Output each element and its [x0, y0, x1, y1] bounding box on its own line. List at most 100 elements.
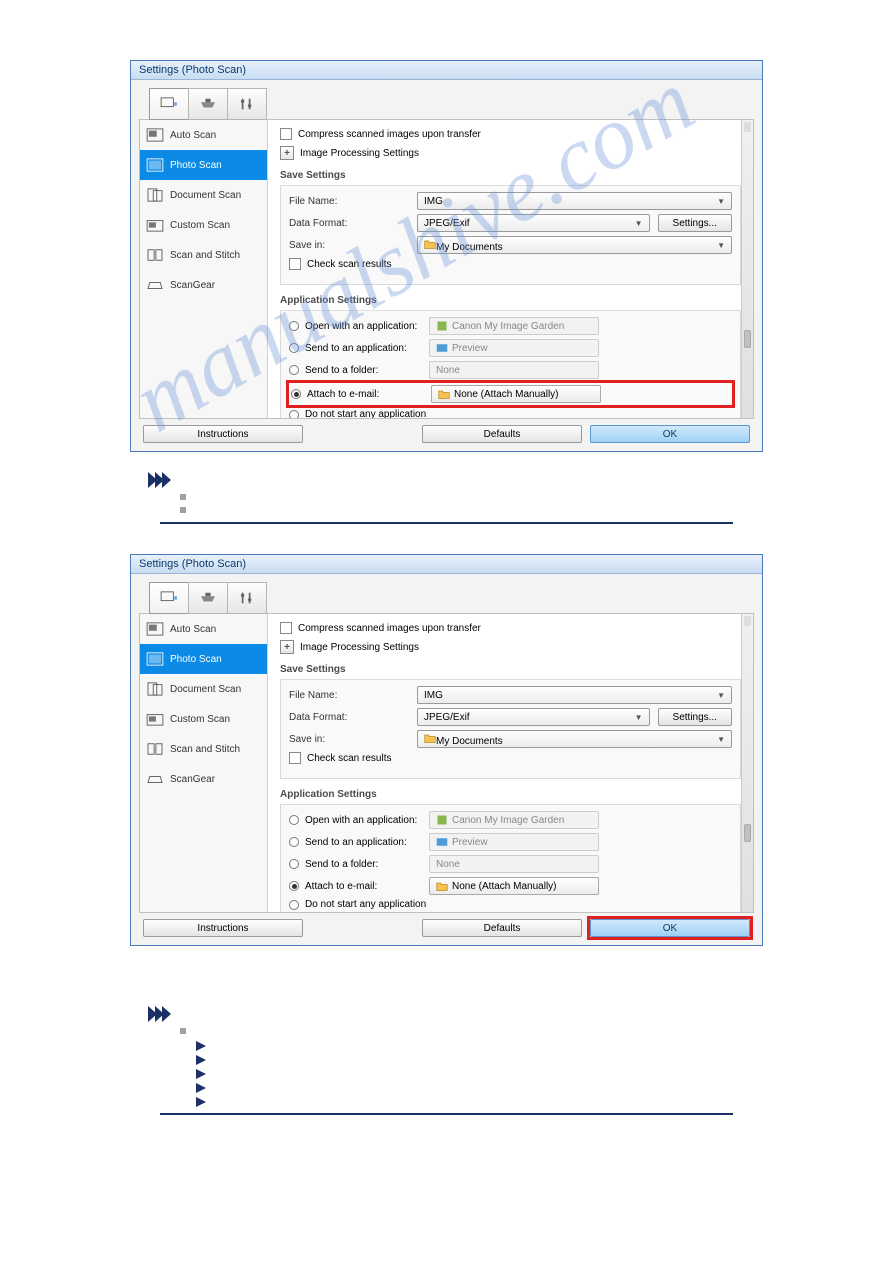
sidebar-item-auto-scan[interactable]: Auto Scan	[140, 614, 267, 644]
arrow-bullet-icon	[196, 1083, 206, 1093]
window-title: Settings (Photo Scan)	[131, 61, 762, 80]
scanner-icon	[199, 591, 217, 605]
attach-email-dropdown[interactable]: None (Attach Manually)	[431, 385, 601, 403]
instructions-button[interactable]: Instructions	[143, 919, 303, 937]
sidebar-label: ScanGear	[170, 280, 215, 291]
preview-icon	[436, 342, 448, 354]
scangear-icon	[146, 772, 164, 786]
radio-no-start[interactable]	[289, 900, 299, 910]
no-start-label: Do not start any application	[305, 899, 426, 910]
tab-general-settings[interactable]	[227, 88, 267, 120]
preview-icon	[436, 836, 448, 848]
sidebar-label: Document Scan	[170, 190, 241, 201]
attach-email-dropdown[interactable]: None (Attach Manually)	[429, 877, 599, 895]
sidebar-item-scan-stitch[interactable]: Scan and Stitch	[140, 240, 267, 270]
attach-email-label: Attach to e-mail:	[305, 881, 423, 892]
scan-stitch-icon	[146, 742, 164, 756]
radio-send-folder[interactable]	[289, 859, 299, 869]
open-app-dropdown[interactable]: Canon My Image Garden	[429, 317, 599, 335]
send-folder-dropdown[interactable]: None	[429, 855, 599, 873]
send-folder-label: Send to a folder:	[305, 859, 423, 870]
tab-general-settings[interactable]	[227, 582, 267, 614]
sidebar-item-custom-scan[interactable]: Custom Scan	[140, 704, 267, 734]
defaults-button[interactable]: Defaults	[422, 919, 582, 937]
defaults-button[interactable]: Defaults	[422, 425, 582, 443]
custom-scan-icon	[146, 712, 164, 726]
window-title: Settings (Photo Scan)	[131, 555, 762, 574]
tab-scan-from-computer[interactable]	[149, 582, 189, 614]
tab-scan-from-panel[interactable]	[188, 88, 228, 120]
sidebar-label: Custom Scan	[170, 220, 230, 231]
sidebar-item-scangear[interactable]: ScanGear	[140, 764, 267, 794]
send-app-label: Send to an application:	[305, 343, 423, 354]
save-settings-title: Save Settings	[280, 664, 741, 675]
sidebar-label: Auto Scan	[170, 130, 216, 141]
folder-icon	[438, 388, 450, 400]
filename-dropdown[interactable]: IMG	[417, 686, 732, 704]
sidebar-item-photo-scan[interactable]: Photo Scan	[140, 644, 267, 674]
divider-2	[160, 1113, 733, 1115]
savein-dropdown[interactable]: My Documents	[417, 236, 732, 254]
ok-button[interactable]: OK	[590, 919, 750, 937]
save-settings-title: Save Settings	[280, 170, 741, 181]
radio-attach-email[interactable]	[289, 881, 299, 891]
dataformat-dropdown[interactable]: JPEG/Exif	[417, 214, 650, 232]
sidebar-label: Auto Scan	[170, 624, 216, 635]
radio-send-app[interactable]	[289, 837, 299, 847]
send-app-label: Send to an application:	[305, 837, 423, 848]
tab-scan-from-computer[interactable]	[149, 88, 189, 120]
folder-icon	[436, 880, 448, 892]
checkscan-checkbox[interactable]	[289, 752, 301, 764]
dataformat-dropdown[interactable]: JPEG/Exif	[417, 708, 650, 726]
folder-icon	[424, 238, 436, 250]
checkscan-checkbox[interactable]	[289, 258, 301, 270]
app-icon	[436, 814, 448, 826]
scrollbar[interactable]	[741, 120, 753, 418]
tab-scan-from-panel[interactable]	[188, 582, 228, 614]
sidebar-label: Document Scan	[170, 684, 241, 695]
filename-dropdown[interactable]: IMG	[417, 192, 732, 210]
radio-open-app[interactable]	[289, 815, 299, 825]
settings-dialog-2: Settings (Photo Scan) Auto Scan Phot	[130, 554, 763, 946]
send-folder-dropdown[interactable]: None	[429, 361, 599, 379]
folder-icon	[424, 732, 436, 744]
savein-dropdown[interactable]: My Documents	[417, 730, 732, 748]
app-settings-title: Application Settings	[280, 295, 741, 306]
sidebar-item-scangear[interactable]: ScanGear	[140, 270, 267, 300]
ips-label: Image Processing Settings	[300, 148, 419, 159]
ok-button[interactable]: OK	[590, 425, 750, 443]
document-scan-icon	[146, 682, 164, 696]
radio-send-app[interactable]	[289, 343, 299, 353]
sidebar-item-photo-scan[interactable]: Photo Scan	[140, 150, 267, 180]
open-app-dropdown[interactable]: Canon My Image Garden	[429, 811, 599, 829]
savein-label: Save in:	[289, 240, 417, 251]
compress-checkbox[interactable]	[280, 622, 292, 634]
sidebar-item-auto-scan[interactable]: Auto Scan	[140, 120, 267, 150]
compress-label: Compress scanned images upon transfer	[298, 129, 481, 140]
document-scan-icon	[146, 188, 164, 202]
sidebar-item-custom-scan[interactable]: Custom Scan	[140, 210, 267, 240]
sidebar-item-document-scan[interactable]: Document Scan	[140, 180, 267, 210]
chevron-divider	[130, 1006, 763, 1022]
dataformat-settings-button[interactable]: Settings...	[658, 214, 732, 232]
dataformat-settings-button[interactable]: Settings...	[658, 708, 732, 726]
sidebar-item-scan-stitch[interactable]: Scan and Stitch	[140, 734, 267, 764]
photo-scan-icon	[146, 652, 164, 666]
send-app-dropdown[interactable]: Preview	[429, 339, 599, 357]
expand-ips-button[interactable]: +	[280, 146, 294, 160]
savein-label: Save in:	[289, 734, 417, 745]
attach-email-label: Attach to e-mail:	[307, 389, 425, 400]
sidebar-item-document-scan[interactable]: Document Scan	[140, 674, 267, 704]
instructions-button[interactable]: Instructions	[143, 425, 303, 443]
radio-attach-email[interactable]	[291, 389, 301, 399]
radio-no-start[interactable]	[289, 410, 299, 419]
sidebar-label: Photo Scan	[170, 654, 222, 665]
ips-label: Image Processing Settings	[300, 642, 419, 653]
scangear-icon	[146, 278, 164, 292]
radio-send-folder[interactable]	[289, 365, 299, 375]
radio-open-app[interactable]	[289, 321, 299, 331]
compress-checkbox[interactable]	[280, 128, 292, 140]
scrollbar[interactable]	[741, 614, 753, 912]
send-app-dropdown[interactable]: Preview	[429, 833, 599, 851]
expand-ips-button[interactable]: +	[280, 640, 294, 654]
